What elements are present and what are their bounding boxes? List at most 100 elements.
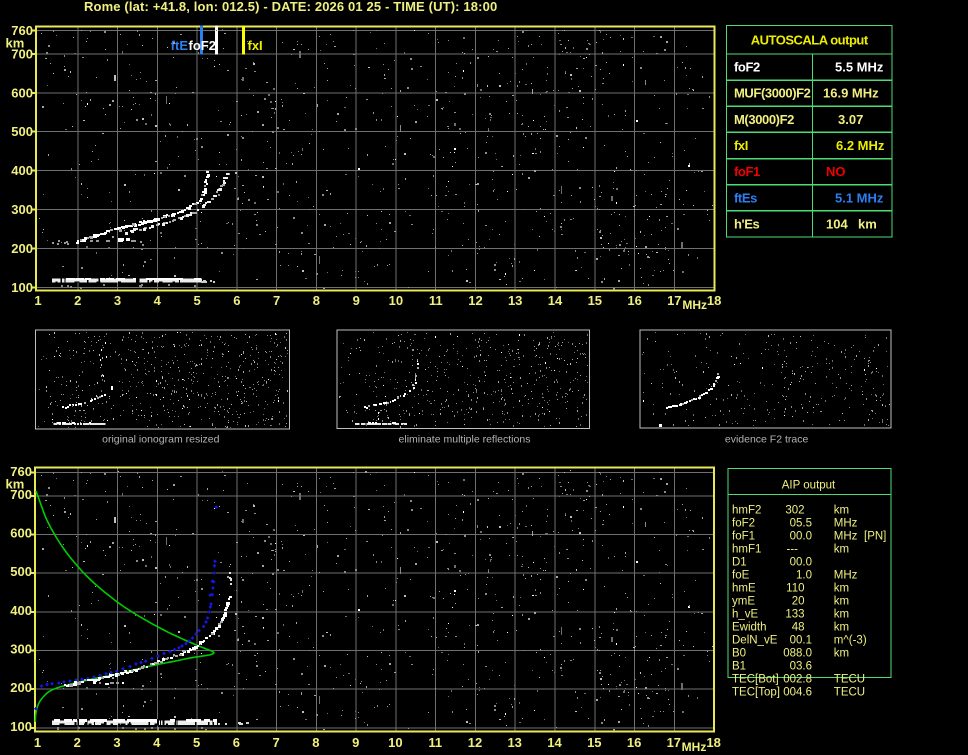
svg-text:17: 17: [667, 735, 681, 750]
svg-text:2: 2: [74, 735, 81, 750]
svg-text:10: 10: [388, 735, 402, 750]
svg-text:1: 1: [34, 735, 41, 750]
svg-text:---: ---: [787, 544, 799, 556]
svg-text:foE: foE: [732, 570, 750, 582]
svg-text:200: 200: [11, 241, 33, 256]
svg-text:104: 104: [826, 216, 848, 231]
svg-text:400: 400: [11, 163, 33, 178]
svg-text:ftE: ftE: [171, 38, 189, 53]
svg-text:evidence F2 trace: evidence F2 trace: [725, 434, 809, 446]
svg-text:AUTOSCALA output: AUTOSCALA output: [751, 33, 869, 48]
svg-text:14: 14: [548, 293, 563, 308]
svg-text:100: 100: [10, 719, 32, 734]
svg-text:3.07: 3.07: [838, 112, 863, 127]
svg-text:TECU: TECU: [834, 687, 865, 699]
svg-text:700: 700: [11, 46, 33, 61]
svg-text:km: km: [834, 648, 849, 660]
svg-text:12: 12: [468, 293, 482, 308]
svg-text:eliminate multiple reflections: eliminate multiple reflections: [399, 434, 531, 446]
svg-text:6: 6: [233, 735, 240, 750]
svg-text:03.6: 03.6: [790, 661, 812, 673]
svg-text:Rome (lat: +41.8, lon: 012.5): Rome (lat: +41.8, lon: 012.5) - DATE: 20…: [84, 0, 497, 14]
svg-text:05.5: 05.5: [790, 518, 812, 530]
svg-text:16.9 MHz: 16.9 MHz: [823, 86, 879, 101]
svg-text:original ionogram resized: original ionogram resized: [102, 434, 219, 446]
svg-text:D1: D1: [732, 557, 747, 569]
svg-text:17: 17: [667, 293, 681, 308]
svg-text:MHz: MHz: [682, 740, 707, 754]
svg-text:km: km: [858, 216, 877, 231]
svg-text:foF2: foF2: [734, 60, 760, 75]
svg-text:10: 10: [389, 293, 403, 308]
svg-text:foF2: foF2: [732, 518, 755, 530]
svg-text:B0: B0: [732, 648, 746, 660]
svg-text:133: 133: [785, 609, 804, 621]
svg-text:hmF2: hmF2: [732, 505, 761, 517]
svg-text:6: 6: [233, 293, 240, 308]
svg-text:4: 4: [153, 735, 161, 750]
svg-text:h'Es: h'Es: [734, 216, 760, 231]
svg-text:8: 8: [313, 293, 320, 308]
svg-text:B1: B1: [732, 661, 746, 673]
svg-text:700: 700: [10, 487, 32, 502]
svg-text:DelN_vE: DelN_vE: [732, 635, 778, 647]
svg-text:302: 302: [785, 505, 804, 517]
svg-text:hmE: hmE: [732, 583, 756, 595]
svg-text:500: 500: [10, 564, 32, 579]
svg-text:004.6: 004.6: [783, 687, 812, 699]
svg-text:MUF(3000)F2: MUF(3000)F2: [734, 86, 811, 101]
svg-text:[PN]: [PN]: [864, 531, 886, 543]
svg-text:088.0: 088.0: [783, 648, 812, 660]
svg-text:15: 15: [587, 735, 601, 750]
svg-text:hmF1: hmF1: [732, 544, 761, 556]
svg-text:100: 100: [11, 280, 33, 295]
svg-text:km: km: [834, 583, 849, 595]
svg-text:00.1: 00.1: [790, 635, 812, 647]
svg-text:13: 13: [507, 735, 521, 750]
svg-text:5.5 MHz: 5.5 MHz: [835, 60, 884, 75]
svg-text:13: 13: [508, 293, 522, 308]
svg-text:600: 600: [10, 526, 32, 541]
svg-text:km: km: [834, 544, 849, 556]
svg-text:h_vE: h_vE: [732, 609, 759, 621]
svg-text:MHz: MHz: [834, 531, 858, 543]
svg-text:11: 11: [428, 735, 442, 750]
svg-text:110: 110: [786, 583, 804, 595]
svg-text:9: 9: [353, 293, 360, 308]
svg-text:Ewidth: Ewidth: [732, 622, 767, 634]
svg-text:00.0: 00.0: [790, 531, 812, 543]
svg-text:48: 48: [792, 622, 805, 634]
svg-text:1: 1: [34, 293, 41, 308]
svg-text:18: 18: [706, 735, 720, 750]
svg-text:002.8: 002.8: [783, 674, 812, 686]
svg-text:fxI: fxI: [248, 38, 263, 53]
svg-text:600: 600: [11, 85, 33, 100]
svg-text:2: 2: [74, 293, 81, 308]
svg-text:NO: NO: [826, 164, 846, 179]
svg-text:MHz: MHz: [682, 298, 707, 312]
svg-text:400: 400: [10, 603, 32, 618]
svg-text:TECU: TECU: [834, 674, 865, 686]
svg-text:18: 18: [707, 293, 721, 308]
svg-text:m^(-3): m^(-3): [834, 635, 867, 647]
svg-text:km: km: [834, 505, 849, 517]
svg-text:5: 5: [193, 735, 200, 750]
svg-text:km: km: [834, 609, 849, 621]
svg-text:8: 8: [312, 735, 319, 750]
svg-text:00.0: 00.0: [790, 557, 812, 569]
svg-text:1.0: 1.0: [796, 570, 812, 582]
svg-text:11: 11: [429, 293, 443, 308]
svg-text:TEC[Top]: TEC[Top]: [732, 687, 780, 699]
svg-text:20: 20: [792, 596, 805, 608]
svg-text:foF2: foF2: [189, 38, 216, 53]
svg-text:km: km: [834, 622, 849, 634]
svg-text:foF1: foF1: [732, 531, 755, 543]
svg-text:5.1 MHz: 5.1 MHz: [835, 190, 884, 205]
svg-text:7: 7: [272, 735, 279, 750]
svg-text:4: 4: [154, 293, 162, 308]
svg-text:foF1: foF1: [734, 164, 760, 179]
svg-text:fxI: fxI: [734, 138, 748, 153]
svg-text:6.2 MHz: 6.2 MHz: [836, 138, 885, 153]
svg-text:MHz: MHz: [834, 518, 858, 530]
svg-text:ftEs: ftEs: [734, 190, 757, 205]
